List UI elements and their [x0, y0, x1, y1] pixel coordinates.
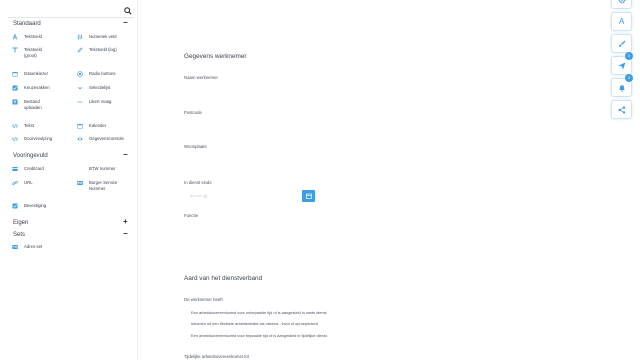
sidebar-item-keuzevakken[interactable]: Keuzevakken: [12, 85, 68, 91]
sidebar-item-bestand-uploaden[interactable]: Bestand uploaden: [12, 99, 50, 111]
section-title-gegevens: Gegevens werknemer: [184, 53, 247, 60]
typography-button[interactable]: A: [611, 12, 632, 31]
text-large-icon: [12, 47, 18, 53]
likert-icon: [77, 101, 83, 103]
group-title-voorinvuld: Vooringevuld: [13, 153, 48, 159]
section-title-dienstverband: Aard van het dienstverband: [184, 275, 263, 282]
expand-eigen-button[interactable]: +: [123, 218, 128, 226]
calendar-icon: [305, 193, 312, 199]
date-picker-button[interactable]: [302, 190, 315, 202]
sidebar-item-tekstveld-groot[interactable]: Tekstveld (groot): [12, 47, 52, 59]
collapse-sets-button[interactable]: −: [123, 230, 128, 238]
upload-icon: [12, 99, 18, 105]
label-woonplaats: Woonplaats: [184, 144, 207, 149]
hash-icon: [77, 34, 83, 40]
sidebar-item-datumkiezer[interactable]: Datumkiezer: [12, 71, 68, 77]
sidebar-item-tekstveld-log[interactable]: Tekstveld (log): [77, 47, 133, 53]
notifications-badge: 0: [625, 74, 633, 82]
radio-option-onbepaalde-tijd[interactable]: Een arbeidsovereenkomst voor onbepaalde …: [191, 310, 327, 315]
calendar-icon: [12, 72, 18, 77]
form-elements-sidebar: Standaard − Tekstveld Numeriek veld Teks…: [0, 0, 138, 360]
group-title-standaard: Standaard: [13, 21, 41, 27]
input-woonplaats[interactable]: [184, 152, 314, 163]
label-postcode: Postcode: [184, 110, 202, 115]
sidebar-search[interactable]: [8, 6, 134, 18]
label-tijdelijke-overeenkomst: Tijdelijke arbeidsovereenkomst tot: [184, 354, 249, 359]
sidebar-item-doorverwijzing[interactable]: Doorverwijzing: [12, 136, 68, 142]
sidebar-item-selectielijst[interactable]: Selectielijst: [77, 85, 133, 91]
collapse-voorinvuld-button[interactable]: −: [123, 151, 128, 159]
label-in-dienst-sinds: In dienst sinds: [184, 180, 212, 185]
sidebar-item-bevestiging[interactable]: Bevestiging: [12, 203, 68, 209]
eye-icon: [77, 137, 83, 141]
sidebar-item-btw-nummer[interactable]: BTW nummer: [77, 166, 133, 172]
send-badge: 0: [625, 52, 633, 60]
radio-option-flexibel[interactable]: Inkomen uit een flexibele arbeidsrelatie…: [191, 321, 318, 326]
sidebar-item-tekstveld[interactable]: Tekstveld: [12, 34, 68, 40]
sidebar-item-numeriek-veld[interactable]: Numeriek veld: [77, 34, 133, 40]
right-toolbar: A 0 0: [611, 0, 633, 120]
card-icon: [12, 167, 18, 171]
input-naam-werknemer[interactable]: [184, 83, 314, 94]
form-canvas: Gegevens werknemer Naam werknemer Postco…: [138, 0, 610, 360]
sidebar-item-radio-buttons[interactable]: Radio buttons: [77, 71, 133, 77]
link-icon: [12, 180, 18, 186]
input-postcode[interactable]: [184, 118, 314, 129]
edit-icon: [77, 47, 83, 53]
collapse-standaard-button[interactable]: −: [123, 19, 128, 27]
calendar-icon: [77, 124, 83, 129]
sidebar-item-tekst[interactable]: Tekst: [12, 123, 68, 129]
text-a-icon: [12, 34, 18, 40]
sidebar-item-creditcard[interactable]: Creditcard: [12, 166, 68, 172]
gear-icon: [618, 0, 626, 4]
code-icon: [12, 136, 18, 142]
sidebar-item-kalender[interactable]: Kalender: [77, 123, 133, 129]
sidebar-item-bsn[interactable]: Burger Service Nummer: [77, 180, 129, 192]
style-button[interactable]: [611, 34, 632, 53]
id-card-icon: [77, 181, 83, 185]
radio-icon: [77, 71, 83, 77]
brush-icon: [619, 40, 626, 47]
select-icon: [78, 87, 82, 90]
sidebar-item-gegevenscontrole[interactable]: Gegevenscontrole: [77, 136, 133, 142]
input-functie[interactable]: [184, 221, 314, 232]
notifications-button[interactable]: 0: [611, 74, 633, 97]
sidebar-item-adres-set[interactable]: Adres set: [12, 244, 68, 250]
code-icon: [12, 123, 18, 129]
send-button[interactable]: 0: [611, 52, 633, 75]
sidebar-item-likert-vraag[interactable]: Likert vraag: [77, 99, 133, 105]
share-icon: [618, 106, 626, 114]
share-button[interactable]: [611, 100, 632, 119]
blank-icon: [77, 166, 83, 172]
search-icon[interactable]: [124, 7, 132, 15]
label-naam-werknemer: Naam werknemer: [184, 75, 218, 80]
group-title-eigen: Eigen: [13, 220, 29, 226]
input-in-dienst-sinds[interactable]: dd-mm-jjjj: [184, 190, 304, 201]
label-functie: Functie: [184, 213, 199, 218]
checkbox-icon: [12, 203, 18, 209]
radio-option-bepaalde-tijd[interactable]: Een arbeidsovereenkomst voor bepaalde ti…: [191, 333, 327, 338]
question-werknemer-heeft: De werknemer heeft: [184, 297, 223, 302]
group-title-sets: Sets: [13, 232, 26, 238]
sidebar-item-url[interactable]: URL: [12, 180, 68, 186]
font-icon: A: [619, 17, 625, 26]
address-card-icon: [12, 245, 18, 249]
settings-button[interactable]: [611, 0, 632, 9]
bell-icon: [619, 85, 625, 92]
send-icon: [618, 62, 626, 70]
checkbox-icon: [12, 85, 18, 91]
